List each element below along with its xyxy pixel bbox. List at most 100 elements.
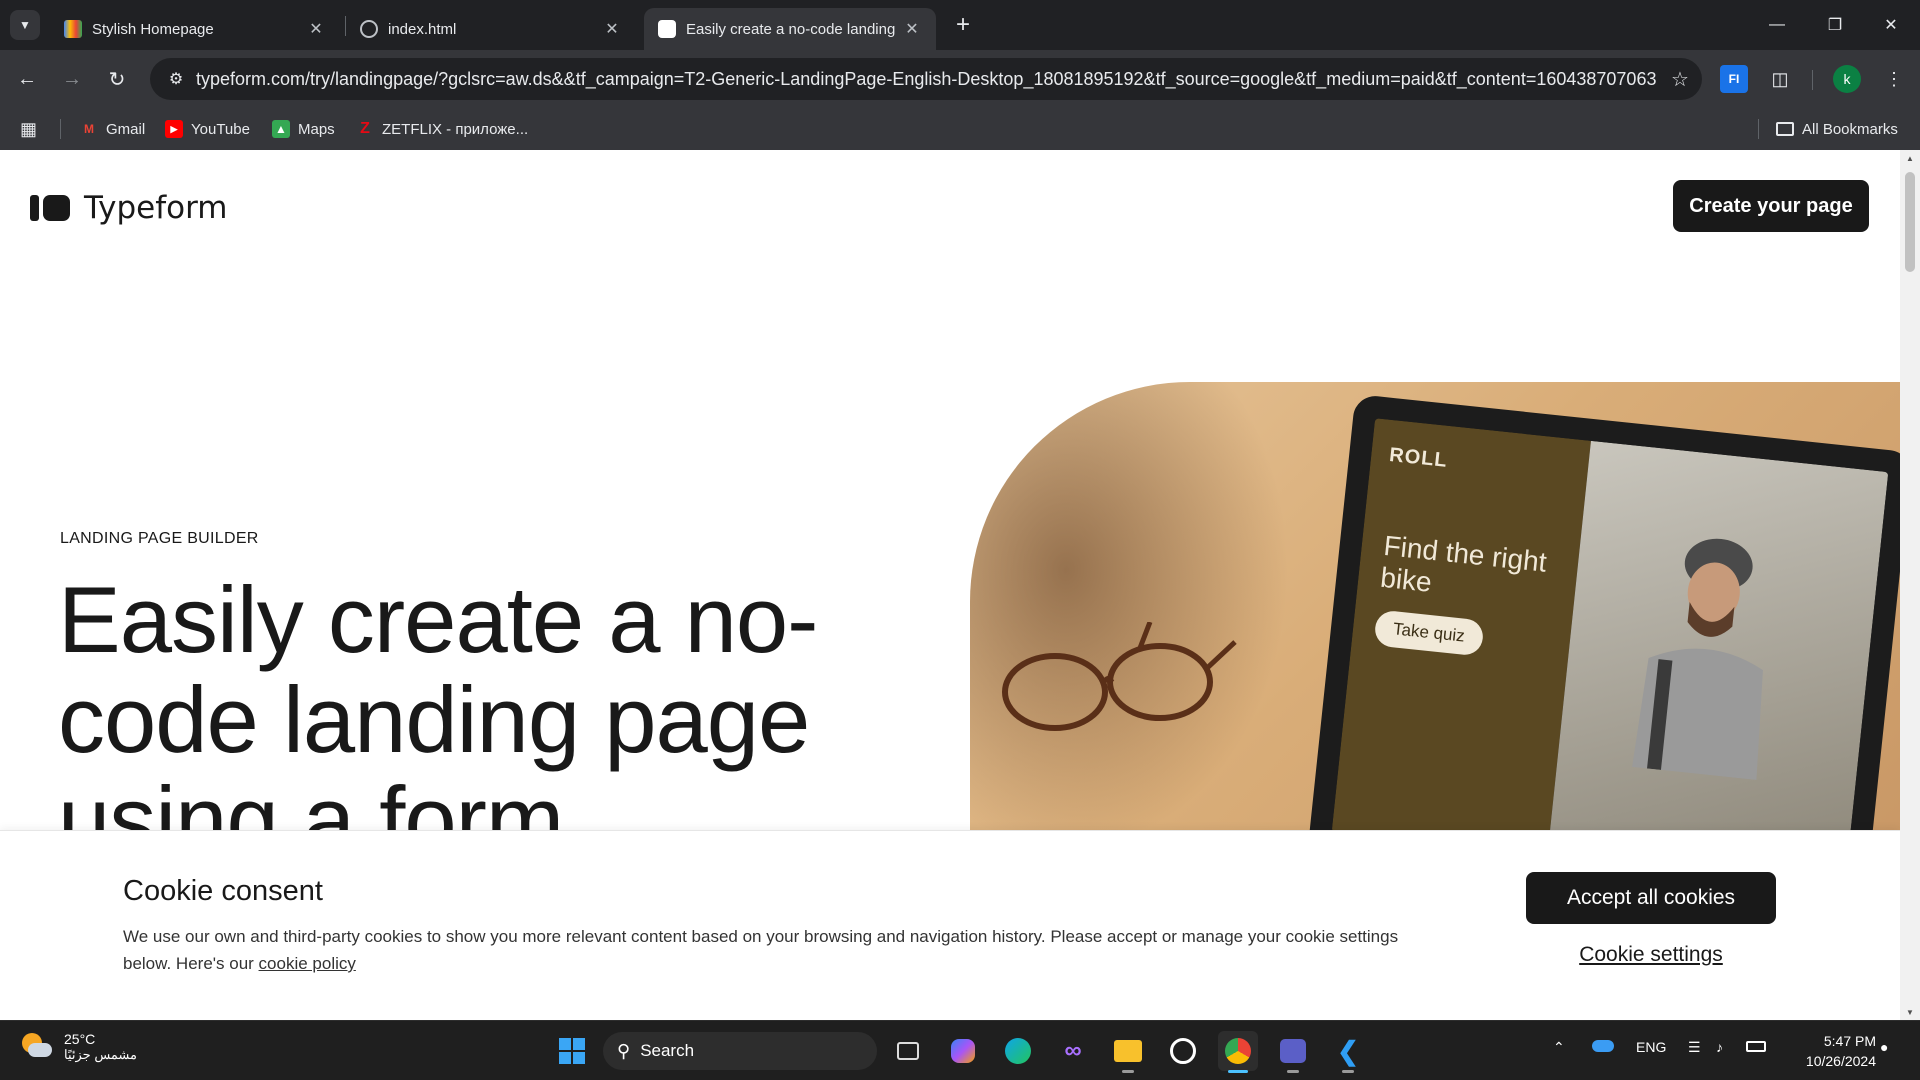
- page-scrollbar[interactable]: ▲ ▼: [1900, 150, 1920, 1020]
- typeform-logo[interactable]: Typeform: [30, 190, 227, 226]
- reload-button[interactable]: ↻: [102, 64, 132, 94]
- tab-index-html[interactable]: index.html ✕: [346, 8, 636, 50]
- cyclist-photo: [1631, 538, 1763, 780]
- scroll-up-arrow[interactable]: ▲: [1900, 150, 1920, 166]
- eyeglasses-illustration: [1002, 622, 1237, 731]
- forward-button[interactable]: →: [57, 64, 87, 94]
- tab-typeform[interactable]: Easily create a no-code landing ✕: [644, 8, 936, 50]
- scroll-thumb[interactable]: [1905, 172, 1915, 272]
- site-info-icon[interactable]: ⚙: [156, 69, 196, 89]
- folder-icon: [1776, 122, 1794, 136]
- address-bar[interactable]: ⚙ typeform.com/try/landingpage/?gclsrc=a…: [150, 58, 1702, 100]
- eyebrow-label: LANDING PAGE BUILDER: [60, 530, 259, 547]
- chrome-icon[interactable]: [1218, 1031, 1258, 1073]
- globe-icon: [360, 20, 378, 38]
- profile-avatar[interactable]: k: [1833, 65, 1861, 93]
- minimize-button[interactable]: —: [1748, 0, 1806, 50]
- system-clock[interactable]: 5:47 PM 10/26/2024: [1786, 1031, 1876, 1071]
- tab-search-button[interactable]: ▼: [10, 10, 40, 40]
- task-view-icon[interactable]: [888, 1031, 928, 1071]
- scroll-down-arrow[interactable]: ▼: [1900, 1004, 1920, 1020]
- copilot-icon[interactable]: [943, 1031, 983, 1071]
- youtube-icon: ▶: [165, 120, 183, 138]
- laptop-screen: ROLL Find the right bike Take quiz: [1331, 418, 1889, 852]
- weather-temperature: 25°C: [64, 1031, 96, 1047]
- roll-logo: ROLL: [1388, 443, 1449, 472]
- brand-name: Typeform: [84, 190, 228, 226]
- bookmarks-divider: [60, 119, 61, 139]
- edge-icon[interactable]: [998, 1031, 1038, 1071]
- windows-taskbar: 25°C مشمس جزئيًا ⚲ Search ∞ ❮ ⌃ ENG ☰ ♪ …: [0, 1020, 1920, 1080]
- tab-stylish-homepage[interactable]: Stylish Homepage ✕: [50, 8, 340, 50]
- close-window-button[interactable]: ✕: [1862, 0, 1920, 50]
- language-indicator[interactable]: ENG: [1636, 1039, 1666, 1055]
- page-headline: Easily create a no-code landing page usi…: [58, 567, 818, 872]
- cookie-description: We use our own and third-party cookies t…: [123, 923, 1423, 977]
- close-icon[interactable]: ✕: [602, 19, 622, 39]
- all-bookmarks[interactable]: All Bookmarks: [1776, 118, 1898, 140]
- cookie-title: Cookie consent: [123, 875, 323, 907]
- file-explorer-icon[interactable]: [1108, 1031, 1148, 1073]
- bookmark-label: ZETFLIX - приложе...: [382, 120, 529, 138]
- create-page-button[interactable]: Create your page: [1673, 180, 1869, 232]
- close-icon[interactable]: ✕: [306, 19, 326, 39]
- onedrive-icon[interactable]: [1592, 1039, 1614, 1055]
- bookmark-gmail[interactable]: M Gmail: [80, 118, 145, 140]
- weather-widget[interactable]: 25°C مشمس جزئيًا: [20, 1031, 137, 1063]
- colorful-app-icon: [64, 20, 82, 38]
- start-button[interactable]: [552, 1031, 592, 1071]
- apps-grid-icon[interactable]: ▦: [20, 118, 37, 140]
- bookmark-label: YouTube: [191, 120, 250, 138]
- notification-bell-icon[interactable]: ●: [1880, 1039, 1888, 1055]
- restore-button[interactable]: ❐: [1806, 0, 1864, 50]
- clock-date: 10/26/2024: [1805, 1053, 1876, 1069]
- teams-icon[interactable]: [1273, 1031, 1313, 1073]
- partly-sunny-icon: [20, 1031, 52, 1063]
- tab-title: index.html: [388, 20, 457, 38]
- chevron-up-icon[interactable]: ⌃: [1553, 1039, 1565, 1056]
- vscode-icon[interactable]: ❮: [1328, 1031, 1368, 1073]
- volume-icon[interactable]: ♪: [1716, 1039, 1723, 1055]
- bookmarks-divider: [1758, 119, 1759, 139]
- battery-icon[interactable]: [1746, 1039, 1766, 1055]
- gmail-icon: M: [84, 122, 94, 136]
- maps-icon: ▲: [272, 120, 290, 138]
- cookie-consent-banner: Cookie consent We use our own and third-…: [0, 830, 1900, 1020]
- visual-studio-icon[interactable]: ∞: [1053, 1031, 1093, 1071]
- all-bookmarks-label: All Bookmarks: [1802, 120, 1898, 138]
- zetflix-icon: Z: [360, 120, 370, 137]
- screen-headline: Find the right bike: [1378, 529, 1549, 598]
- bookmarks-bar: ▦ M Gmail ▶ YouTube ▲ Maps Z ZETFLIX - п…: [0, 108, 1920, 150]
- search-icon: ⚲: [617, 1040, 631, 1061]
- typeform-logo-icon: [30, 195, 70, 221]
- url-text[interactable]: typeform.com/try/landingpage/?gclsrc=aw.…: [196, 69, 1658, 90]
- cookie-policy-link[interactable]: cookie policy: [259, 954, 356, 973]
- bookmark-label: Maps: [298, 120, 335, 138]
- close-icon[interactable]: ✕: [902, 19, 922, 39]
- search-label: Search: [640, 1041, 695, 1060]
- bookmark-zetflix[interactable]: Z ZETFLIX - приложе...: [356, 118, 528, 140]
- person-silhouette: [970, 382, 1290, 852]
- windows-logo-icon: [559, 1038, 585, 1064]
- bookmark-label: Gmail: [106, 120, 146, 138]
- accept-all-cookies-button[interactable]: Accept all cookies: [1526, 872, 1776, 924]
- whatsapp-icon[interactable]: [1163, 1031, 1203, 1071]
- hero-image: ROLL Find the right bike Take quiz: [970, 382, 1900, 852]
- more-menu-icon[interactable]: ⋮: [1880, 65, 1908, 93]
- typeform-icon: [658, 20, 676, 38]
- bookmark-star-icon[interactable]: ☆: [1658, 67, 1702, 92]
- extension-fi-icon[interactable]: FI: [1720, 65, 1748, 93]
- new-tab-button[interactable]: +: [948, 10, 978, 40]
- cookie-settings-link[interactable]: Cookie settings: [1526, 943, 1776, 967]
- browser-toolbar: ← → ↻ ⚙ typeform.com/try/landingpage/?gc…: [0, 50, 1920, 108]
- toolbar-divider: [1812, 70, 1813, 90]
- taskbar-search[interactable]: ⚲ Search: [603, 1032, 877, 1070]
- bookmark-youtube[interactable]: ▶ YouTube: [165, 118, 250, 140]
- bookmark-maps[interactable]: ▲ Maps: [272, 118, 335, 140]
- clock-time: 5:47 PM: [1823, 1033, 1876, 1049]
- weather-description: مشمس جزئيًا: [64, 1047, 137, 1062]
- back-button[interactable]: ←: [12, 64, 42, 94]
- extensions-puzzle-icon[interactable]: ◫: [1766, 65, 1794, 93]
- wifi-icon[interactable]: ☰: [1688, 1039, 1701, 1056]
- take-quiz-button: Take quiz: [1373, 609, 1485, 657]
